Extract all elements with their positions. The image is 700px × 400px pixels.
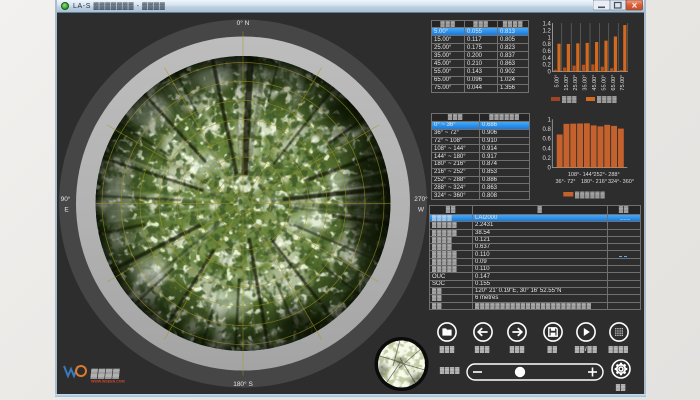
svg-text:55.00°: 55.00° <box>601 75 607 91</box>
svg-text:▓▓▓▓: ▓▓▓▓ <box>597 96 617 103</box>
svg-text:▓▓▓▓▓▓: ▓▓▓▓▓▓ <box>575 192 605 199</box>
svg-text:324°- 360°: 324°- 360° <box>608 179 634 185</box>
svg-text:0.8: 0.8 <box>542 127 551 133</box>
svg-text:90°: 90° <box>61 195 71 203</box>
svg-text:180°- 216°: 180°- 216° <box>581 179 607 185</box>
svg-text:1.2: 1.2 <box>543 28 552 34</box>
svg-text:108°- 144°: 108°- 144° <box>568 172 594 178</box>
svg-text:252°- 288°: 252°- 288° <box>594 172 620 178</box>
svg-text:0.6: 0.6 <box>543 49 552 55</box>
svg-text:35.00°: 35.00° <box>583 75 589 91</box>
svg-text:▓▓▓: ▓▓▓ <box>562 96 577 103</box>
svg-text:0.4: 0.4 <box>543 56 552 62</box>
svg-text:0.2: 0.2 <box>543 63 552 69</box>
svg-text:0.8: 0.8 <box>543 42 552 48</box>
svg-text:75.00°: 75.00° <box>620 75 626 91</box>
svg-text:180° S: 180° S <box>233 380 253 388</box>
svg-text:1: 1 <box>547 117 551 123</box>
svg-text:15.00°: 15.00° <box>564 75 570 91</box>
svg-text:25.00°: 25.00° <box>573 75 579 91</box>
svg-text:45.00°: 45.00° <box>592 75 598 91</box>
svg-text:270°: 270° <box>414 195 428 203</box>
svg-text:5.00°: 5.00° <box>554 75 560 88</box>
svg-text:0: 0 <box>548 70 552 76</box>
svg-text:0.6: 0.6 <box>542 137 551 143</box>
svg-text:0.4: 0.4 <box>542 146 551 152</box>
svg-text:W: W <box>418 207 425 214</box>
svg-text:E: E <box>64 207 69 214</box>
svg-text:65.00°: 65.00° <box>611 75 617 91</box>
svg-text:1.4: 1.4 <box>543 22 552 28</box>
svg-text:1: 1 <box>548 35 552 41</box>
svg-text:0.2: 0.2 <box>542 156 551 162</box>
svg-text:36°- 72°: 36°- 72° <box>556 179 576 185</box>
svg-text:0: 0 <box>547 166 551 172</box>
svg-text:0° N: 0° N <box>237 19 250 27</box>
